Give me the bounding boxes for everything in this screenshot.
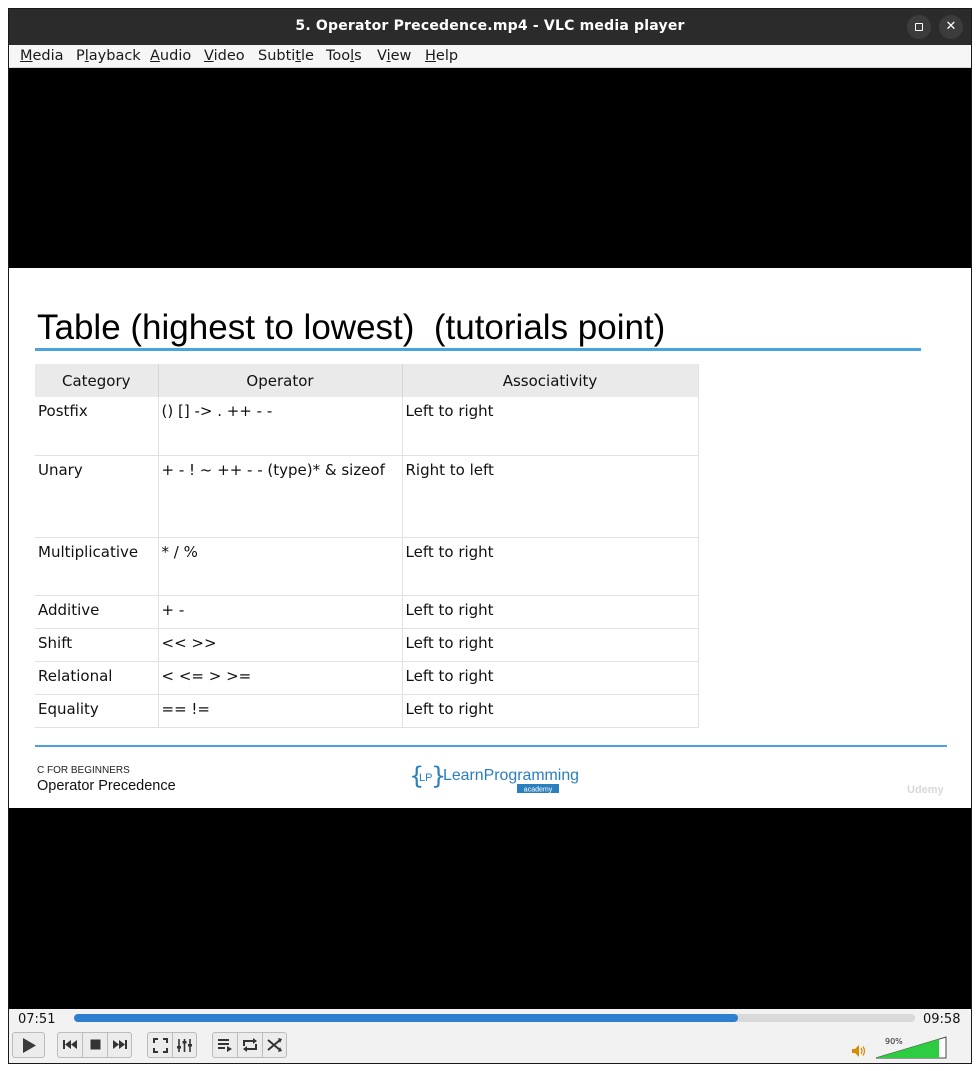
volume-icon[interactable]	[852, 1045, 866, 1057]
course-name: C FOR BEGINNERS	[37, 765, 130, 776]
table-row: Additive + - Left to right	[35, 595, 699, 629]
volume-slider[interactable]	[875, 1036, 947, 1059]
title-divider	[35, 348, 921, 351]
lesson-name: Operator Precedence	[37, 778, 176, 794]
play-button[interactable]	[12, 1032, 45, 1058]
table-cell: () [] -> . ++ - -	[158, 397, 403, 456]
table-row: Multiplicative * / % Left to right	[35, 537, 699, 596]
playlist-group	[212, 1032, 287, 1058]
close-icon: ✕	[945, 19, 957, 34]
table-cell: Right to left	[402, 455, 699, 538]
shuffle-icon	[266, 1038, 282, 1052]
table-header: Associativity	[402, 364, 699, 397]
table-cell: Equality	[35, 694, 159, 728]
table-cell: << >>	[158, 628, 403, 662]
table-row: Unary + - ! ~ ++ - - (type)* & sizeof Ri…	[35, 455, 699, 538]
learnprogramming-logo: { LP } LearnProgramming academy	[409, 762, 579, 794]
playlist-button[interactable]	[212, 1032, 237, 1058]
table-cell: Left to right	[402, 661, 699, 695]
transport-group	[57, 1032, 132, 1058]
table-cell: Left to right	[402, 628, 699, 662]
table-cell: == !=	[158, 694, 403, 728]
table-cell: + -	[158, 595, 403, 629]
menu-media[interactable]: Media	[20, 48, 64, 64]
table-row: Relational < <= > >= Left to right	[35, 661, 699, 695]
table-cell: Postfix	[35, 397, 159, 456]
table-cell: Shift	[35, 628, 159, 662]
play-icon	[22, 1038, 36, 1053]
footer-divider	[35, 745, 947, 747]
table-cell: Left to right	[402, 595, 699, 629]
maximize-icon	[915, 23, 923, 31]
menu-bar: Media Playback Audio Video Subtitle Tool…	[9, 45, 971, 68]
next-icon	[113, 1040, 127, 1049]
menu-view[interactable]: View	[377, 48, 411, 64]
table-cell: Left to right	[402, 397, 699, 456]
close-button[interactable]: ✕	[939, 15, 963, 39]
table-row: Postfix () [] -> . ++ - - Left to right	[35, 397, 699, 456]
table-cell: Multiplicative	[35, 537, 159, 596]
stop-button[interactable]	[82, 1032, 107, 1058]
seek-progress	[74, 1014, 739, 1022]
elapsed-time: 07:51	[18, 1012, 56, 1027]
logo-text: LearnProgramming	[443, 767, 579, 784]
menu-video[interactable]: Video	[204, 48, 245, 64]
fullscreen-button[interactable]	[147, 1032, 172, 1058]
table-cell: + - ! ~ ++ - - (type)* & sizeof	[158, 455, 403, 538]
menu-playback[interactable]: Playback	[76, 48, 141, 64]
menu-tools[interactable]: Tools	[326, 48, 362, 64]
vlc-window: 5. Operator Precedence.mp4 - VLC media p…	[8, 8, 972, 1064]
table-row: Equality == != Left to right	[35, 694, 699, 728]
shuffle-button[interactable]	[262, 1032, 287, 1058]
control-panel: 07:51 09:58 90%	[9, 1009, 971, 1063]
total-time: 09:58	[923, 1012, 961, 1027]
precedence-table: Category Operator Associativity Postfix …	[35, 364, 699, 728]
table-header: Category	[35, 364, 159, 397]
extended-settings-button[interactable]	[172, 1032, 197, 1058]
video-frame-slide: Table (highest to lowest) (tutorials poi…	[9, 268, 971, 808]
previous-icon	[62, 1040, 77, 1049]
next-button[interactable]	[107, 1032, 132, 1058]
menu-subtitle[interactable]: Subtitle	[258, 48, 314, 64]
seek-bar[interactable]	[74, 1014, 915, 1022]
extended-settings-icon	[177, 1039, 192, 1052]
menu-audio[interactable]: Audio	[150, 48, 191, 64]
window-title: 5. Operator Precedence.mp4 - VLC media p…	[295, 18, 685, 34]
table-row: Shift << >> Left to right	[35, 628, 699, 662]
previous-button[interactable]	[57, 1032, 82, 1058]
video-area[interactable]: Table (highest to lowest) (tutorials poi…	[9, 68, 971, 1009]
loop-icon	[243, 1038, 257, 1052]
table-cell: Additive	[35, 595, 159, 629]
table-cell: Left to right	[402, 537, 699, 596]
menu-help[interactable]: Help	[425, 48, 458, 64]
table-cell: < <= > >=	[158, 661, 403, 695]
title-bar: 5. Operator Precedence.mp4 - VLC media p…	[9, 9, 971, 45]
udemy-watermark: Udemy	[907, 784, 944, 796]
maximize-button[interactable]	[907, 15, 931, 39]
table-cell: Unary	[35, 455, 159, 538]
logo-subtext: academy	[524, 787, 553, 794]
slide-title: Table (highest to lowest) (tutorials poi…	[37, 308, 666, 347]
view-group	[147, 1032, 197, 1058]
table-cell: Left to right	[402, 694, 699, 728]
table-header-row: Category Operator Associativity	[35, 364, 699, 397]
table-cell: * / %	[158, 537, 403, 596]
stop-icon	[90, 1039, 100, 1050]
table-header: Operator	[158, 364, 403, 397]
playlist-icon	[218, 1039, 232, 1052]
loop-button[interactable]	[237, 1032, 262, 1058]
fullscreen-icon	[152, 1038, 168, 1053]
table-cell: Relational	[35, 661, 159, 695]
